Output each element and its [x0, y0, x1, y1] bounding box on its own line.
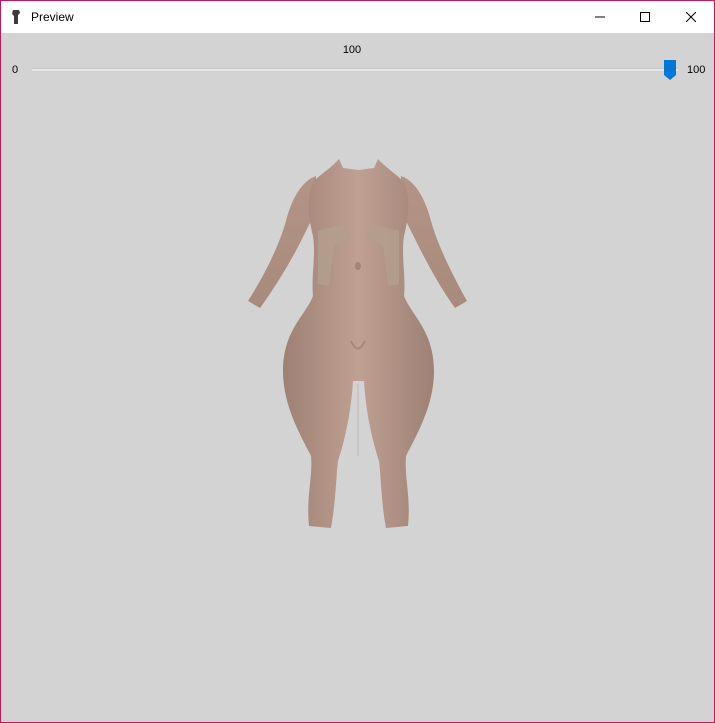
maximize-icon [640, 12, 650, 22]
slider-track[interactable] [32, 68, 678, 71]
app-icon [11, 9, 23, 25]
title-bar[interactable]: Preview [1, 1, 714, 33]
slider-max-label: 100 [687, 64, 706, 76]
minimize-icon [595, 12, 605, 22]
window-title: Preview [31, 10, 74, 24]
preview-window: Preview 100 0 100 [0, 0, 715, 723]
slider-thumb[interactable] [664, 60, 676, 80]
slider-value-label: 100 [342, 44, 362, 56]
close-icon [686, 12, 696, 22]
maximize-button[interactable] [622, 1, 668, 33]
slider-min-label: 0 [12, 64, 19, 76]
body-model-preview [246, 156, 471, 541]
close-button[interactable] [668, 1, 714, 33]
minimize-button[interactable] [577, 1, 623, 33]
